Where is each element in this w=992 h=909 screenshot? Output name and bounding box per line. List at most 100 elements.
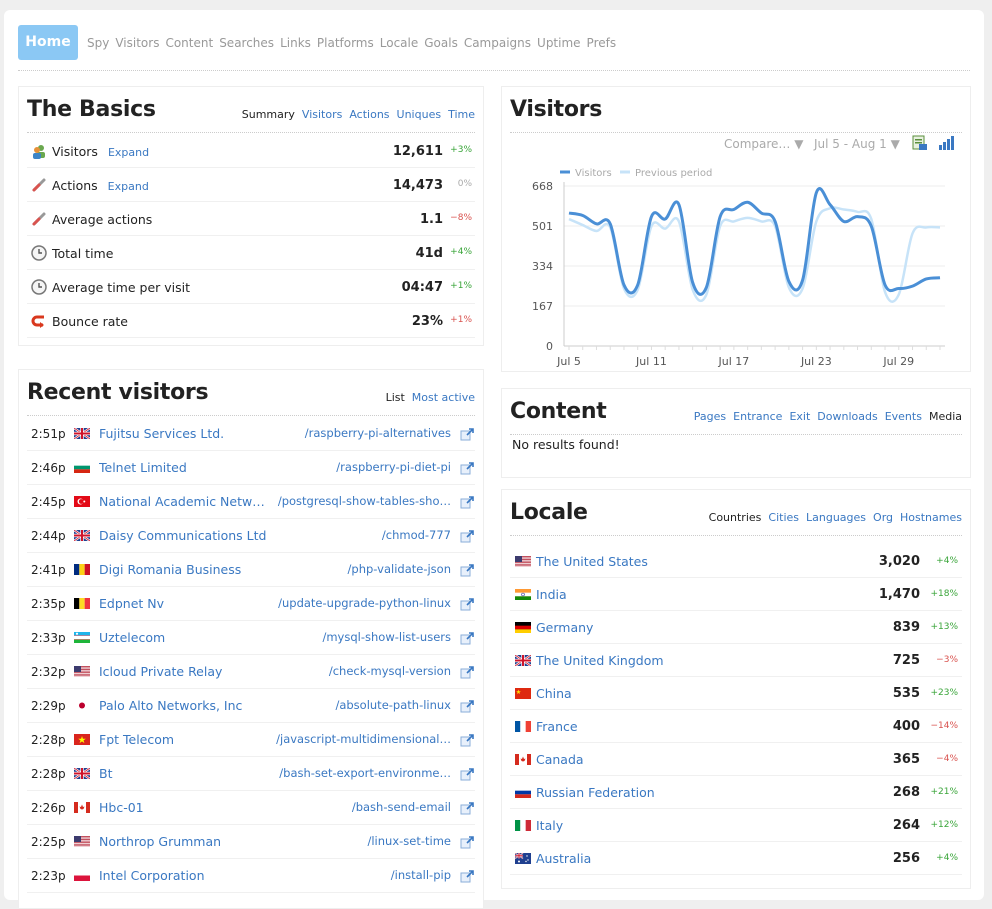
- visitor-page-link[interactable]: /raspberry-pi-diet-pi: [276, 460, 451, 474]
- external-link-icon[interactable]: [460, 665, 475, 679]
- visitor-page-link[interactable]: /mysql-show-list-users: [276, 630, 451, 644]
- country-link[interactable]: Germany: [536, 620, 593, 635]
- visitor-org-link[interactable]: Telnet Limited: [99, 460, 269, 475]
- nav-link-locale[interactable]: Locale: [380, 36, 418, 50]
- basics-tab-visitors[interactable]: Visitors: [302, 108, 342, 121]
- nav-link-uptime[interactable]: Uptime: [537, 36, 581, 50]
- external-link-icon[interactable]: [460, 733, 475, 747]
- visitor-org-link[interactable]: Edpnet Nv: [99, 596, 269, 611]
- external-link-icon[interactable]: [460, 529, 475, 543]
- content-tab-events[interactable]: Events: [885, 410, 922, 423]
- visitor-page-link[interactable]: /install-pip: [276, 868, 451, 882]
- change-badge: +4%: [922, 556, 958, 566]
- country-link[interactable]: Australia: [536, 851, 591, 866]
- nav-link-prefs[interactable]: Prefs: [587, 36, 617, 50]
- date-range-dropdown[interactable]: Jul 5 - Aug 1 ▼: [814, 137, 900, 151]
- actions-icon: [31, 211, 47, 227]
- expand-link[interactable]: Expand: [108, 146, 149, 159]
- basics-label: Average time per visit: [52, 280, 190, 295]
- content-tab-pages[interactable]: Pages: [694, 410, 726, 423]
- expand-link[interactable]: Expand: [108, 180, 149, 193]
- visitor-org-link[interactable]: Icloud Private Relay: [99, 664, 269, 679]
- visitor-row: 2:28pFpt Telecom/javascript-multidimensi…: [27, 723, 475, 757]
- visitor-page-link[interactable]: /absolute-path-linux: [276, 698, 451, 712]
- country-link[interactable]: China: [536, 686, 572, 701]
- nav-link-content[interactable]: Content: [165, 36, 213, 50]
- content-tab-entrance[interactable]: Entrance: [733, 410, 782, 423]
- visitor-org-link[interactable]: Palo Alto Networks, Inc: [99, 698, 269, 713]
- country-link[interactable]: The United Kingdom: [536, 653, 664, 668]
- nav-link-searches[interactable]: Searches: [219, 36, 274, 50]
- content-empty-text: No results found!: [512, 437, 620, 452]
- visitor-org-link[interactable]: National Academic Networ…: [99, 494, 269, 509]
- visitor-row: 2:41pDigi Romania Business/php-validate-…: [27, 553, 475, 587]
- visitor-org-link[interactable]: Fpt Telecom: [99, 732, 269, 747]
- external-link-icon[interactable]: [460, 767, 475, 781]
- visitor-org-link[interactable]: Fujitsu Services Ltd.: [99, 426, 269, 441]
- external-link-icon[interactable]: [460, 869, 475, 883]
- country-link[interactable]: The United States: [536, 554, 648, 569]
- visitor-page-link[interactable]: /bash-send-email: [276, 800, 451, 814]
- visitor-org-link[interactable]: Daisy Communications Ltd: [99, 528, 269, 543]
- visitor-page-link[interactable]: /bash-set-export-environme…: [276, 766, 451, 780]
- visitor-page-link[interactable]: /linux-set-time: [276, 834, 451, 848]
- locale-tab-cities[interactable]: Cities: [768, 511, 799, 524]
- visit-time: 2:23p: [31, 869, 66, 883]
- visitor-page-link[interactable]: /update-upgrade-python-linux: [276, 596, 451, 610]
- recent-tab-most-active[interactable]: Most active: [412, 391, 475, 404]
- external-link-icon[interactable]: [460, 835, 475, 849]
- visitor-page-link[interactable]: /raspberry-pi-alternatives: [276, 426, 451, 440]
- basics-label: Bounce rate: [52, 314, 128, 329]
- locale-tab-hostnames[interactable]: Hostnames: [900, 511, 962, 524]
- content-tab-media[interactable]: Media: [929, 410, 962, 423]
- visitor-org-link[interactable]: Hbc-01: [99, 800, 269, 815]
- country-link[interactable]: France: [536, 719, 578, 734]
- basics-row-average-actions: Average actions1.1−8%: [27, 202, 475, 236]
- nav-link-links[interactable]: Links: [280, 36, 311, 50]
- external-link-icon[interactable]: [460, 495, 475, 509]
- external-link-icon[interactable]: [460, 461, 475, 475]
- visitor-org-link[interactable]: Intel Corporation: [99, 868, 269, 883]
- locale-tab-languages[interactable]: Languages: [806, 511, 866, 524]
- export-icon[interactable]: [912, 135, 928, 151]
- nav-link-visitors[interactable]: Visitors: [115, 36, 159, 50]
- visitor-page-link[interactable]: /check-mysql-version: [276, 664, 451, 678]
- basics-tab-time[interactable]: Time: [448, 108, 475, 121]
- visitor-org-link[interactable]: Digi Romania Business: [99, 562, 269, 577]
- external-link-icon[interactable]: [460, 597, 475, 611]
- country-link[interactable]: India: [536, 587, 567, 602]
- basics-tab-actions[interactable]: Actions: [349, 108, 389, 121]
- visitor-page-link[interactable]: /chmod-777: [276, 528, 451, 542]
- bar-chart-icon[interactable]: [938, 135, 954, 151]
- visitor-org-link[interactable]: Uztelecom: [99, 630, 269, 645]
- external-link-icon[interactable]: [460, 801, 475, 815]
- locale-tab-countries[interactable]: Countries: [709, 511, 762, 524]
- visitor-org-link[interactable]: Bt: [99, 766, 269, 781]
- nav-link-platforms[interactable]: Platforms: [317, 36, 374, 50]
- country-link[interactable]: Italy: [536, 818, 563, 833]
- external-link-icon[interactable]: [460, 699, 475, 713]
- visitor-page-link[interactable]: /php-validate-json: [276, 562, 451, 576]
- basics-tab-uniques[interactable]: Uniques: [397, 108, 442, 121]
- external-link-icon[interactable]: [460, 631, 475, 645]
- visitor-page-link[interactable]: /postgresql-show-tables-sho…: [276, 494, 451, 508]
- visitor-org-link[interactable]: Northrop Grumman: [99, 834, 269, 849]
- compare-dropdown[interactable]: Compare… ▼: [724, 137, 803, 151]
- content-tab-exit[interactable]: Exit: [789, 410, 810, 423]
- recent-title: Recent visitors: [27, 380, 208, 405]
- nav-home-tab[interactable]: Home: [18, 25, 78, 60]
- basics-value: 14,473: [393, 178, 443, 193]
- country-link[interactable]: Canada: [536, 752, 584, 767]
- nav-link-goals[interactable]: Goals: [424, 36, 458, 50]
- recent-tab-list[interactable]: List: [386, 391, 405, 404]
- visitor-page-link[interactable]: /javascript-multidimensional…: [276, 732, 451, 746]
- content-tabs: Pages Entrance Exit Downloads Events Media: [687, 410, 962, 423]
- locale-tab-org[interactable]: Org: [873, 511, 893, 524]
- external-link-icon[interactable]: [460, 427, 475, 441]
- nav-link-spy[interactable]: Spy: [87, 36, 109, 50]
- nav-link-campaigns[interactable]: Campaigns: [464, 36, 531, 50]
- basics-tab-summary[interactable]: Summary: [242, 108, 295, 121]
- content-tab-downloads[interactable]: Downloads: [817, 410, 877, 423]
- country-link[interactable]: Russian Federation: [536, 785, 655, 800]
- external-link-icon[interactable]: [460, 563, 475, 577]
